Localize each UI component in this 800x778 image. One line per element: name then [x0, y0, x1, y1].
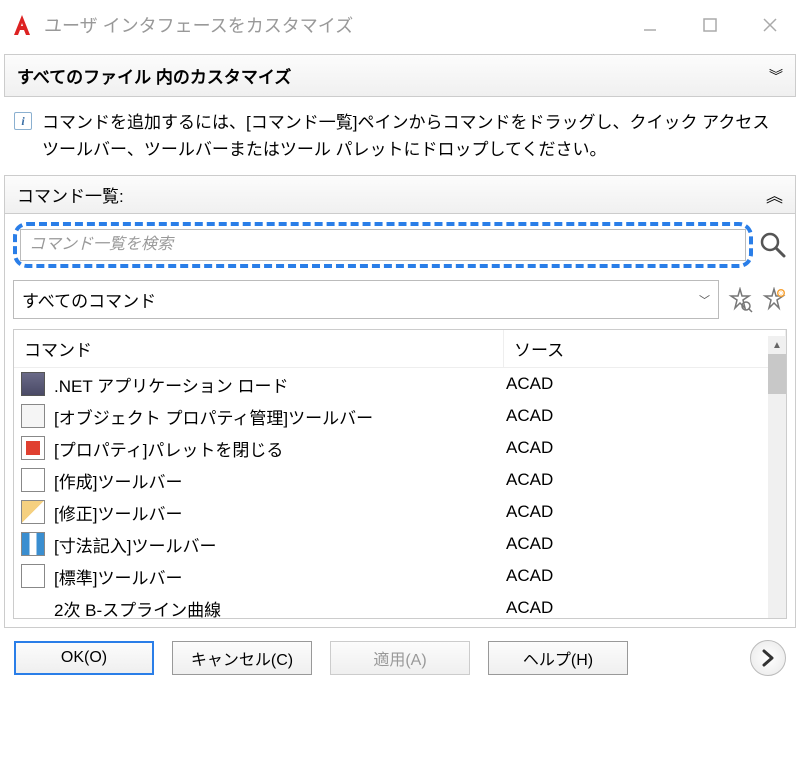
- column-source[interactable]: ソース: [504, 330, 786, 367]
- command-panel-header[interactable]: コマンド一覧: ︽: [5, 176, 795, 214]
- info-bar: i コマンドを追加するには、[コマンド一覧]ペインからコマンドをドラッグし、クイ…: [4, 97, 796, 173]
- command-source: ACAD: [506, 534, 786, 554]
- command-panel-title: コマンド一覧:: [17, 182, 124, 207]
- scroll-up-icon[interactable]: ▲: [768, 336, 786, 354]
- search-icon[interactable]: [759, 231, 787, 259]
- command-source: ACAD: [506, 598, 786, 618]
- search-input[interactable]: [20, 229, 746, 261]
- command-icon: [16, 370, 50, 398]
- apply-button: 適用(A): [330, 641, 470, 675]
- all-files-label: すべてのファイル 内のカスタマイズ: [17, 63, 291, 88]
- all-files-section-header[interactable]: すべてのファイル 内のカスタマイズ ︾: [4, 54, 796, 97]
- help-button[interactable]: ヘルプ(H): [488, 641, 628, 675]
- command-label: [作成]ツールバー: [54, 468, 506, 493]
- list-item[interactable]: [オブジェクト プロパティ管理]ツールバーACAD: [14, 400, 786, 432]
- command-label: .NET アプリケーション ロード: [54, 372, 506, 397]
- command-icon: [16, 498, 50, 526]
- filter-value: すべてのコマンド: [22, 287, 156, 312]
- column-command[interactable]: コマンド: [14, 330, 504, 367]
- list-item[interactable]: [作成]ツールバーACAD: [14, 464, 786, 496]
- command-list: コマンド ソース .NET アプリケーション ロードACAD[オブジェクト プロ…: [13, 329, 787, 619]
- list-item[interactable]: 2次 B-スプライン曲線ACAD: [14, 592, 786, 619]
- command-label: [修正]ツールバー: [54, 500, 506, 525]
- command-label: [オブジェクト プロパティ管理]ツールバー: [54, 404, 506, 429]
- maximize-button[interactable]: [680, 0, 740, 50]
- command-icon: [16, 466, 50, 494]
- info-icon: i: [14, 112, 32, 130]
- next-button[interactable]: [750, 640, 786, 676]
- ok-button[interactable]: OK(O): [14, 641, 154, 675]
- list-item[interactable]: .NET アプリケーション ロードACAD: [14, 368, 786, 400]
- info-text: コマンドを追加するには、[コマンド一覧]ペインからコマンドをドラッグし、クイック…: [42, 109, 786, 163]
- scroll-thumb[interactable]: [768, 354, 786, 394]
- command-icon: [16, 434, 50, 462]
- cancel-button[interactable]: キャンセル(C): [172, 641, 312, 675]
- command-icon: [16, 594, 50, 619]
- star-new-icon[interactable]: [761, 287, 787, 313]
- chevron-down-icon: ﹀: [699, 292, 710, 308]
- collapse-icon: ︾: [769, 71, 783, 81]
- command-source: ACAD: [506, 374, 786, 394]
- list-item[interactable]: [修正]ツールバーACAD: [14, 496, 786, 528]
- command-source: ACAD: [506, 470, 786, 490]
- command-panel: コマンド一覧: ︽ すべてのコマンド ﹀: [4, 175, 796, 628]
- app-logo-icon: [10, 13, 34, 37]
- command-icon: [16, 562, 50, 590]
- window-title: ユーザ インタフェースをカスタマイズ: [44, 12, 620, 38]
- command-source: ACAD: [506, 438, 786, 458]
- filter-dropdown[interactable]: すべてのコマンド ﹀: [13, 280, 719, 319]
- titlebar: ユーザ インタフェースをカスタマイズ: [0, 0, 800, 50]
- scrollbar[interactable]: ▲: [768, 336, 786, 618]
- list-item[interactable]: [寸法記入]ツールバーACAD: [14, 528, 786, 560]
- button-bar: OK(O) キャンセル(C) 適用(A) ヘルプ(H): [4, 628, 796, 686]
- list-item[interactable]: [プロパティ]パレットを閉じるACAD: [14, 432, 786, 464]
- command-label: [プロパティ]パレットを閉じる: [54, 436, 506, 461]
- command-source: ACAD: [506, 502, 786, 522]
- command-source: ACAD: [506, 406, 786, 426]
- close-button[interactable]: [740, 0, 800, 50]
- star-search-icon[interactable]: [727, 287, 753, 313]
- command-label: [標準]ツールバー: [54, 564, 506, 589]
- search-highlight: [13, 222, 753, 268]
- command-source: ACAD: [506, 566, 786, 586]
- command-label: [寸法記入]ツールバー: [54, 532, 506, 557]
- command-icon: [16, 530, 50, 558]
- expand-icon: ︽: [766, 182, 783, 207]
- command-label: 2次 B-スプライン曲線: [54, 596, 506, 620]
- list-header: コマンド ソース: [14, 330, 786, 368]
- command-icon: [16, 402, 50, 430]
- list-item[interactable]: [標準]ツールバーACAD: [14, 560, 786, 592]
- minimize-button[interactable]: [620, 0, 680, 50]
